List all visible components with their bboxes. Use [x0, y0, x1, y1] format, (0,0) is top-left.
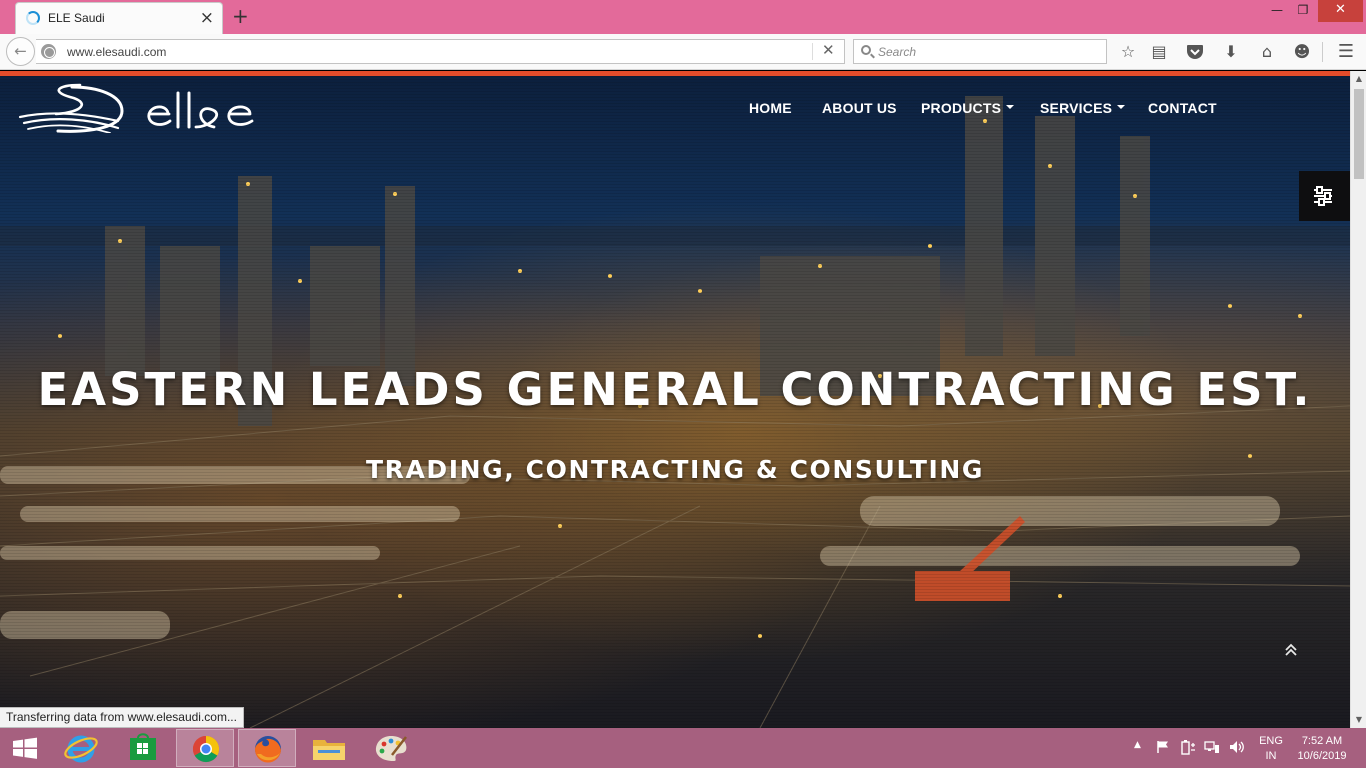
hero-subheadline: TRADING, CONTRACTING & CONSULTING	[365, 455, 985, 484]
site-identity-globe-icon[interactable]	[41, 44, 56, 59]
file-explorer-taskbar-button[interactable]	[300, 729, 358, 767]
nav-home-link[interactable]: HOME	[749, 100, 792, 116]
show-hidden-icons-chevron-icon[interactable]: ▲	[1134, 740, 1141, 768]
caret-down-icon	[1117, 105, 1126, 110]
firefox-taskbar-button[interactable]	[238, 729, 296, 767]
scroll-down-arrow-icon[interactable]: ▼	[1351, 712, 1366, 728]
sliders-icon	[1314, 186, 1332, 206]
action-center-flag-icon[interactable]	[1156, 740, 1170, 754]
navigation-toolbar: ← www.elesaudi.com ✕ ☆ ▤ ⬇ ⌂ ☻ ☰	[0, 34, 1366, 70]
network-icon[interactable]	[1204, 739, 1220, 755]
caret-down-icon	[1006, 105, 1015, 110]
back-button[interactable]: ←	[6, 37, 35, 66]
nav-contact-link[interactable]: CONTACT	[1148, 100, 1217, 116]
browser-tab-strip: ELE Saudi × + — ❐ ✕	[0, 0, 1366, 34]
language-region: IN	[1265, 750, 1277, 762]
window-close-button[interactable]: ✕	[1318, 0, 1363, 22]
search-icon	[861, 45, 871, 55]
home-icon[interactable]: ⌂	[1255, 40, 1279, 64]
nav-about-label: ABOUT US	[822, 100, 897, 116]
window-maximize-button[interactable]: ❐	[1292, 0, 1314, 22]
window-minimize-button[interactable]: —	[1266, 0, 1288, 22]
hamburger-menu-icon[interactable]: ☰	[1334, 40, 1358, 64]
url-text[interactable]: www.elesaudi.com	[67, 45, 166, 59]
browser-status-bar: Transferring data from www.elesaudi.com.…	[0, 707, 244, 728]
paint-palette-icon	[375, 736, 407, 761]
bookmark-star-icon[interactable]: ☆	[1116, 40, 1140, 64]
web-page: HOME ABOUT US PRODUCTS SERVICES CONTACT …	[0, 71, 1350, 728]
tab-title: ELE Saudi	[48, 11, 105, 25]
internet-explorer-icon	[64, 735, 98, 763]
windows-store-icon	[130, 733, 156, 760]
clock-time: 7:52 AM	[1301, 735, 1343, 747]
scrollbar-thumb[interactable]	[1354, 89, 1364, 179]
paint-taskbar-button[interactable]	[362, 729, 420, 767]
page-scrollbar[interactable]: ▲ ▼	[1350, 71, 1366, 728]
new-tab-button[interactable]: +	[232, 4, 249, 28]
bookmarks-menu-icon[interactable]: ▤	[1147, 40, 1171, 64]
toolbar-separator	[1322, 42, 1323, 62]
start-button[interactable]	[0, 729, 50, 767]
windows-logo-icon	[13, 737, 37, 759]
stop-loading-icon[interactable]: ✕	[822, 41, 835, 59]
address-bar[interactable]: www.elesaudi.com ✕	[36, 39, 845, 64]
elle-logo[interactable]	[18, 83, 254, 133]
nav-products-label: PRODUCTS	[921, 100, 1002, 116]
nav-contact-label: CONTACT	[1148, 100, 1217, 116]
hero-headline: EASTERN LEADS GENERAL CONTRACTING EST.	[37, 363, 1313, 416]
loading-spinner-icon	[26, 11, 40, 25]
pocket-icon[interactable]	[1183, 40, 1207, 64]
nav-products-dropdown[interactable]: PRODUCTS	[921, 100, 1015, 116]
folder-icon	[313, 740, 345, 760]
hello-chat-icon[interactable]: ☻	[1290, 40, 1314, 64]
search-box[interactable]	[853, 39, 1107, 64]
volume-icon[interactable]	[1228, 739, 1246, 755]
language-code: ENG	[1259, 735, 1283, 747]
battery-power-icon[interactable]	[1180, 739, 1196, 755]
style-switcher-button[interactable]	[1299, 171, 1350, 221]
clock-date: 10/6/2019	[1297, 750, 1347, 762]
url-separator	[812, 43, 813, 60]
windows-store-taskbar-button[interactable]	[114, 729, 172, 767]
chrome-taskbar-button[interactable]	[176, 729, 234, 767]
accent-stripe	[0, 71, 1350, 76]
downloads-icon[interactable]: ⬇	[1219, 40, 1243, 64]
windows-taskbar: ▲ ENG IN 7:52 AM 10/6/2019	[0, 728, 1366, 768]
chrome-icon	[192, 735, 220, 763]
search-input[interactable]	[878, 42, 1098, 61]
input-language-indicator[interactable]: ENG IN	[1257, 734, 1285, 768]
system-clock[interactable]: 7:52 AM 10/6/2019	[1292, 734, 1352, 768]
nav-services-dropdown[interactable]: SERVICES	[1040, 100, 1126, 116]
firefox-icon	[254, 736, 281, 763]
internet-explorer-taskbar-button[interactable]	[52, 729, 110, 767]
scroll-up-arrow-icon[interactable]: ▲	[1351, 71, 1366, 87]
tab-close-icon[interactable]: ×	[200, 8, 214, 28]
browser-tab[interactable]: ELE Saudi ×	[15, 2, 223, 34]
nav-home-label: HOME	[749, 100, 792, 116]
scroll-to-top-icon[interactable]	[1282, 641, 1300, 659]
nav-services-label: SERVICES	[1040, 100, 1113, 116]
nav-about-link[interactable]: ABOUT US	[822, 100, 897, 116]
